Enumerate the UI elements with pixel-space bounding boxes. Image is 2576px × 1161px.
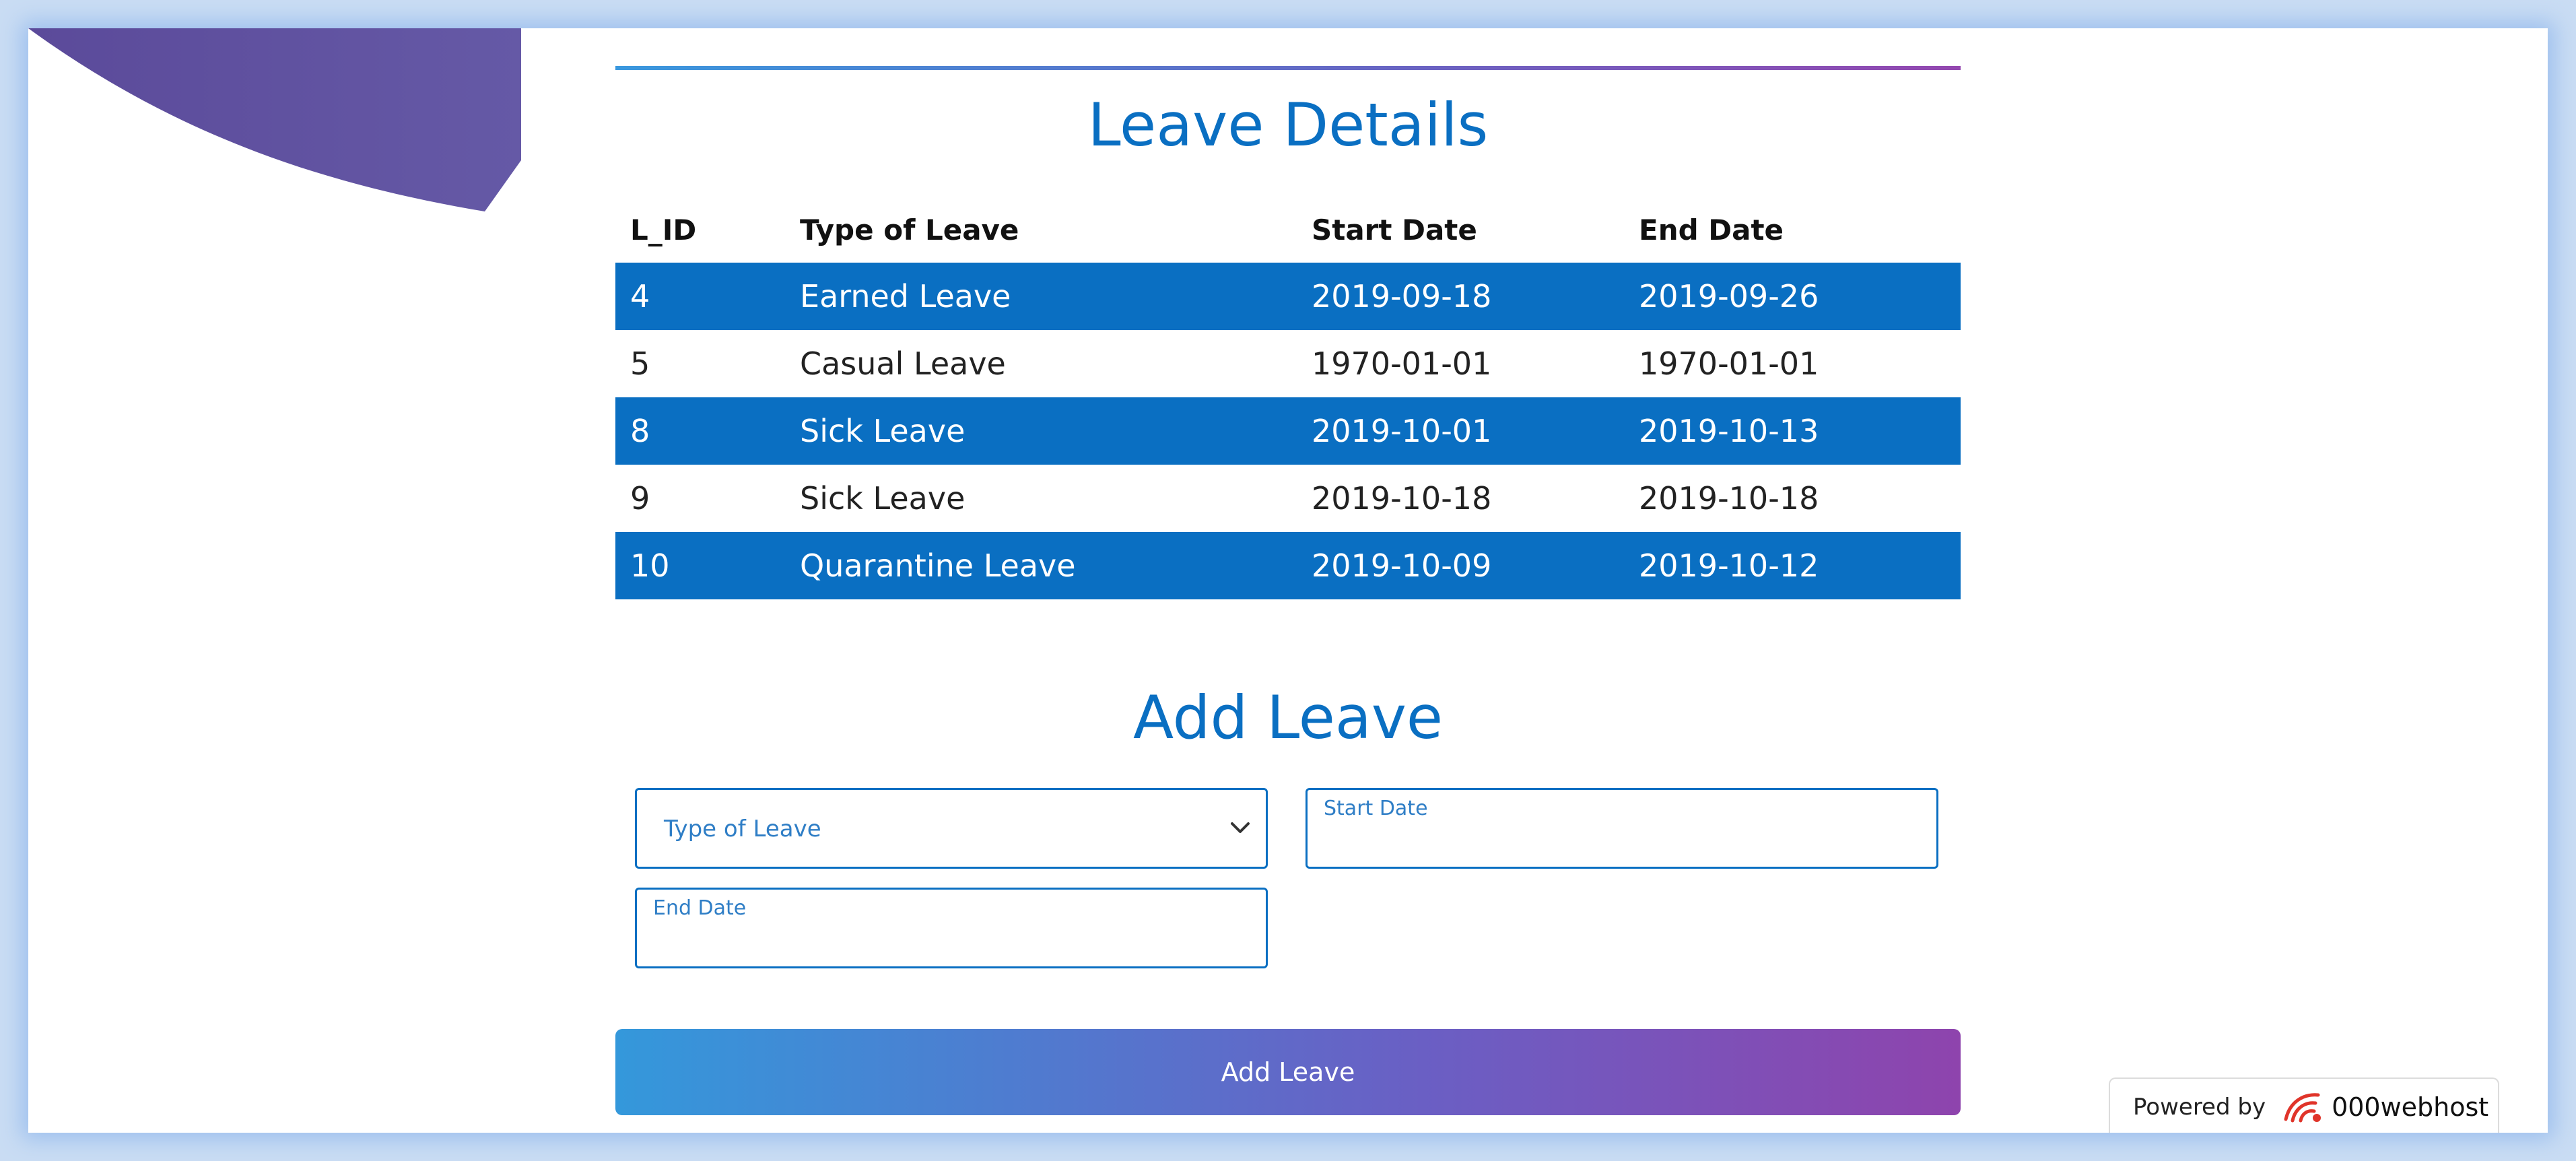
cell-lid: 8 xyxy=(615,397,785,465)
cell-start-date: 1970-01-01 xyxy=(1312,345,1492,382)
cell-end-date: 2019-10-13 xyxy=(1624,397,1961,465)
table-row: 5 Casual Leave 1970-01-01 1970-01-01 xyxy=(615,330,1961,397)
end-date-field[interactable]: End Date xyxy=(635,888,1268,968)
screenshot-frame: Leave Details L_ID Type of Leave Start D… xyxy=(0,0,2576,1161)
start-date-field[interactable]: Start Date xyxy=(1306,788,1938,869)
cell-type: Sick Leave xyxy=(800,480,965,517)
webhost-brand-name: 000webhost xyxy=(2332,1092,2489,1122)
cell-type: Quarantine Leave xyxy=(785,532,1297,599)
table-header-row: L_ID Type of Leave Start Date End Date xyxy=(615,197,1961,263)
table-row: 10 Quarantine Leave 2019-10-09 2019-10-1… xyxy=(615,532,1961,599)
cell-end-date: 2019-10-18 xyxy=(1639,480,1819,517)
add-leave-button[interactable]: Add Leave xyxy=(615,1029,1961,1115)
chevron-down-icon xyxy=(1231,822,1250,833)
cell-start-date: 2019-09-18 xyxy=(1297,263,1624,330)
cell-end-date: 2019-09-26 xyxy=(1624,263,1961,330)
decorative-corner-shape xyxy=(28,28,521,211)
powered-by-label: Powered by xyxy=(2133,1094,2266,1121)
column-header-end-date: End Date xyxy=(1639,213,1784,246)
cell-lid: 4 xyxy=(615,263,785,330)
cell-start-date: 2019-10-18 xyxy=(1312,480,1492,517)
page: Leave Details L_ID Type of Leave Start D… xyxy=(28,28,2548,1133)
cell-type: Sick Leave xyxy=(785,397,1297,465)
cell-lid: 9 xyxy=(630,480,650,517)
leave-type-selected-value: Type of Leave xyxy=(664,816,821,842)
cell-end-date: 2019-10-12 xyxy=(1624,532,1961,599)
cell-type: Casual Leave xyxy=(800,345,1006,382)
cell-lid: 5 xyxy=(630,345,650,382)
leave-type-select[interactable]: Type of Leave xyxy=(635,788,1268,869)
cell-start-date: 2019-10-09 xyxy=(1297,532,1624,599)
add-leave-title: Add Leave xyxy=(1132,683,1444,752)
end-date-label: End Date xyxy=(653,896,747,920)
header-divider xyxy=(615,66,1961,70)
cell-start-date: 2019-10-01 xyxy=(1297,397,1624,465)
start-date-label: Start Date xyxy=(1324,797,1428,820)
table-row: 4 Earned Leave 2019-09-18 2019-09-26 xyxy=(615,263,1961,330)
leave-details-title: Leave Details xyxy=(1087,90,1489,160)
powered-by-badge[interactable]: Powered by 000webhost xyxy=(2109,1077,2499,1133)
column-header-start-date: Start Date xyxy=(1312,213,1477,246)
cell-type: Earned Leave xyxy=(785,263,1297,330)
column-header-lid: L_ID xyxy=(630,213,697,246)
leave-table: L_ID Type of Leave Start Date End Date 4… xyxy=(615,197,1961,599)
table-row: 8 Sick Leave 2019-10-01 2019-10-13 xyxy=(615,397,1961,465)
cell-lid: 10 xyxy=(615,532,785,599)
webhost-logo-icon xyxy=(2284,1093,2321,1123)
table-row: 9 Sick Leave 2019-10-18 2019-10-18 xyxy=(615,465,1961,532)
column-header-type: Type of Leave xyxy=(800,213,1019,246)
cell-end-date: 1970-01-01 xyxy=(1639,345,1819,382)
